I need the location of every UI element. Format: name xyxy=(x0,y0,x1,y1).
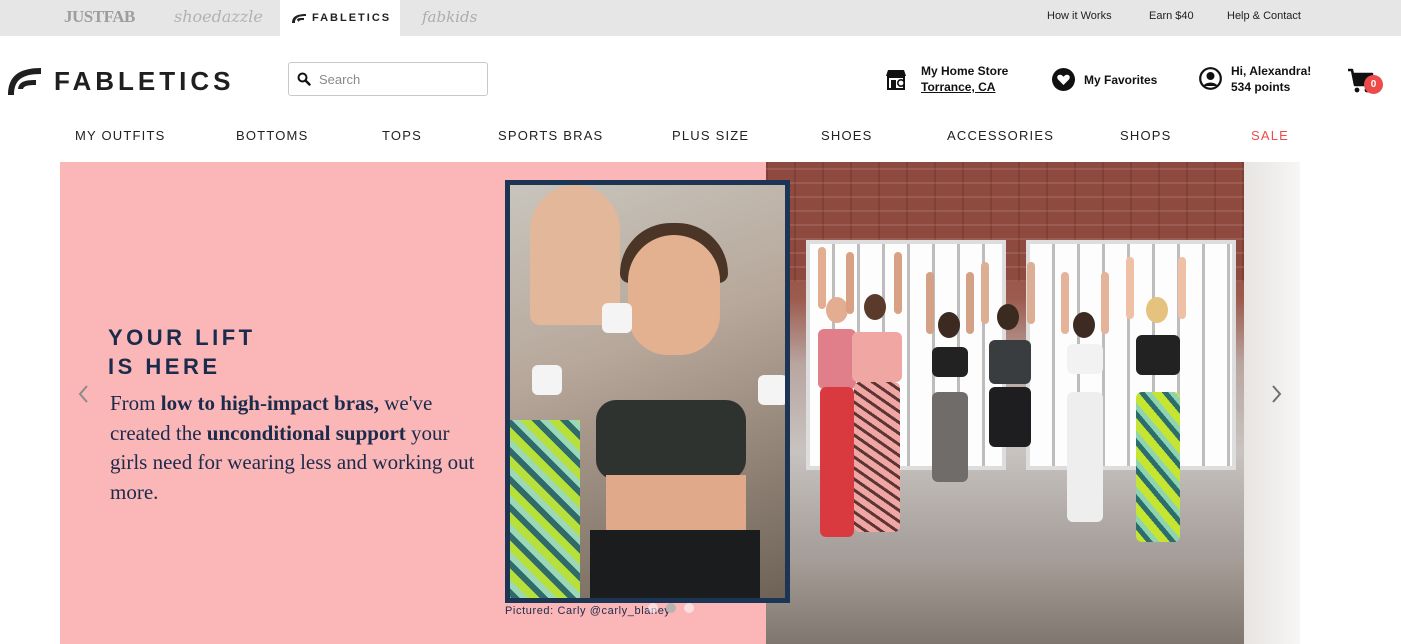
nav-tops[interactable]: TOPS xyxy=(382,128,422,143)
main-nav: MY OUTFITS BOTTOMS TOPS SPORTS BRAS PLUS… xyxy=(0,122,1401,150)
search-icon xyxy=(297,72,311,86)
inset-shorts xyxy=(590,530,760,598)
chevron-left-icon[interactable] xyxy=(74,384,94,404)
brand-tab-fabkids[interactable]: fabkids xyxy=(422,0,477,36)
nav-plus-size[interactable]: PLUS SIZE xyxy=(672,128,749,143)
fabletics-mark-icon xyxy=(292,13,306,23)
how-it-works-link[interactable]: How it Works xyxy=(1047,10,1112,22)
chevron-right-icon[interactable] xyxy=(1266,384,1286,404)
nav-shops[interactable]: SHOPS xyxy=(1120,128,1172,143)
carousel-dot[interactable] xyxy=(684,603,694,613)
carousel-dot-active[interactable] xyxy=(666,603,676,613)
account-greeting: Hi, Alexandra! xyxy=(1231,64,1312,78)
carousel-dot[interactable] xyxy=(648,603,658,613)
brand-tab-justfab[interactable]: JUSTFAB xyxy=(64,0,135,36)
cart-button[interactable]: 0 xyxy=(1347,68,1387,96)
inset-midriff xyxy=(606,475,746,535)
hero-inset-photo xyxy=(505,180,790,603)
account-points: 534 points xyxy=(1231,80,1291,94)
dumbbell xyxy=(532,365,562,395)
home-store-label: My Home Store xyxy=(921,64,1009,78)
brand-bar: JUSTFAB shoedazzle FABLETICS fabkids How… xyxy=(0,0,1401,36)
hero-title: YOUR LIFT IS HERE xyxy=(108,325,256,379)
dumbbell xyxy=(758,375,785,405)
hero-body-text: From low to high-impact bras, we've crea… xyxy=(110,391,475,504)
gym-floor xyxy=(766,562,1300,644)
inset-leggings xyxy=(510,420,580,598)
heart-icon xyxy=(1052,68,1075,91)
home-store-location-link[interactable]: Torrance, CA xyxy=(921,80,995,94)
fabletics-logo-icon xyxy=(8,68,41,95)
favorites-label: My Favorites xyxy=(1084,72,1158,87)
nav-my-outfits[interactable]: MY OUTFITS xyxy=(75,128,165,143)
earn-link[interactable]: Earn $40 xyxy=(1149,10,1194,22)
inset-sports-bra xyxy=(596,400,746,480)
brand-tab-shoedazzle[interactable]: shoedazzle xyxy=(174,0,263,36)
search-box[interactable] xyxy=(288,62,488,96)
carousel-dots xyxy=(648,603,694,613)
store-icon xyxy=(886,70,906,90)
brand-tab-fabletics[interactable]: FABLETICS xyxy=(280,0,400,36)
help-contact-link[interactable]: Help & Contact xyxy=(1227,10,1301,22)
brand-tab-fabletics-label: FABLETICS xyxy=(312,12,392,24)
nav-sale[interactable]: SALE xyxy=(1251,128,1289,143)
favorites-link[interactable]: My Favorites xyxy=(1052,68,1157,91)
search-input[interactable] xyxy=(319,67,479,91)
nav-shoes[interactable]: SHOES xyxy=(821,128,873,143)
hero-group-photo xyxy=(766,162,1300,644)
logo-wordmark: FABLETICS xyxy=(54,65,235,96)
nav-accessories[interactable]: ACCESSORIES xyxy=(947,128,1054,143)
dumbbell xyxy=(602,303,632,333)
photo-caption: Pictured: Carly @carly_blaney xyxy=(505,605,671,617)
user-icon xyxy=(1199,67,1222,90)
cart-count-badge: 0 xyxy=(1364,75,1383,94)
hero-banner[interactable]: YOUR LIFT IS HERE From low to high-impac… xyxy=(60,162,1300,644)
inset-face xyxy=(628,235,720,355)
site-logo[interactable]: FABLETICS xyxy=(6,64,234,98)
nav-bottoms[interactable]: BOTTOMS xyxy=(236,128,308,143)
nav-sports-bras[interactable]: SPORTS BRAS xyxy=(498,128,603,143)
